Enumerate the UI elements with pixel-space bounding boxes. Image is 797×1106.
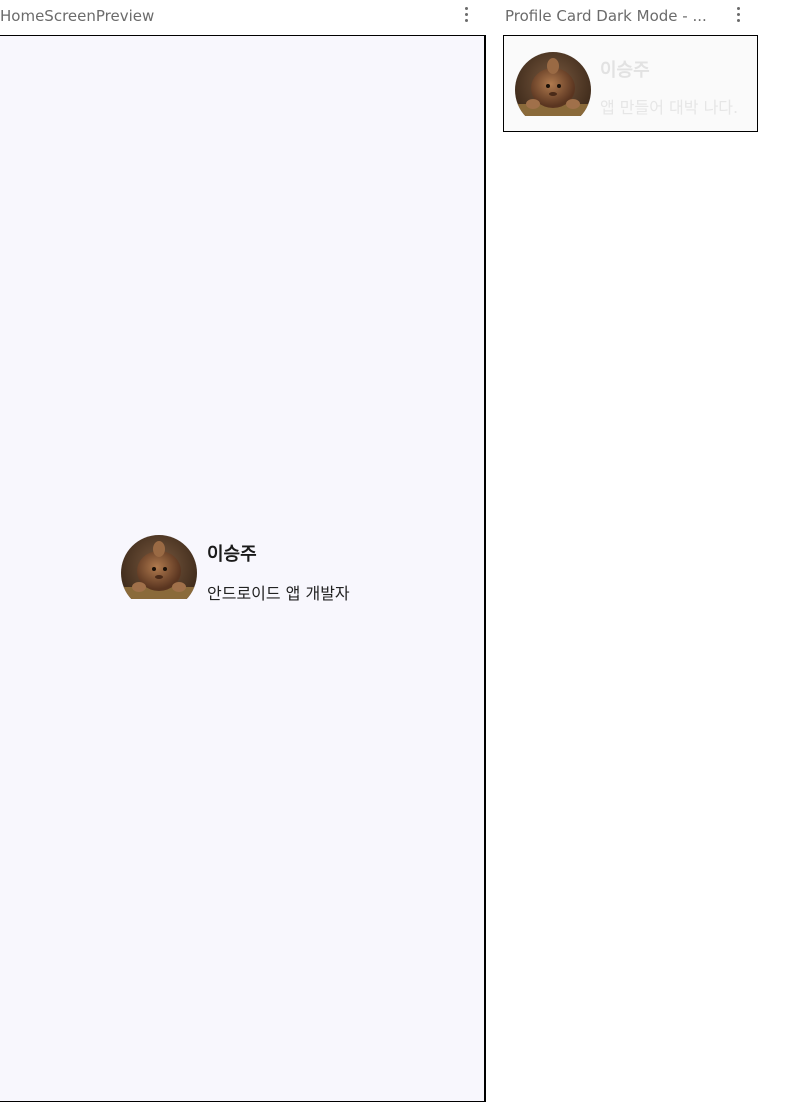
avatar-photo-icon — [121, 535, 197, 599]
dark-profile-avatar — [515, 52, 591, 128]
home-profile-name: 이승주 — [207, 544, 257, 565]
home-preview-more-vert-icon[interactable] — [456, 2, 476, 26]
home-profile-subtitle: 안드로이드 앱 개발자 — [207, 584, 350, 603]
dark-preview-title: Profile Card Dark Mode - ... — [505, 7, 707, 25]
dark-profile-name: 이승주 — [600, 60, 650, 81]
home-preview-title: HomeScreenPreview — [0, 7, 155, 25]
dark-profile-subtitle: 앱 만들어 대박 나다. — [600, 98, 739, 117]
home-preview-frame: 이승주 안드로이드 앱 개발자 — [0, 35, 486, 1102]
avatar-photo-icon — [515, 52, 591, 116]
dark-preview-more-vert-icon[interactable] — [728, 2, 748, 26]
home-profile-avatar — [121, 535, 197, 611]
dark-preview-frame: 이승주 앱 만들어 대박 나다. — [503, 35, 758, 132]
